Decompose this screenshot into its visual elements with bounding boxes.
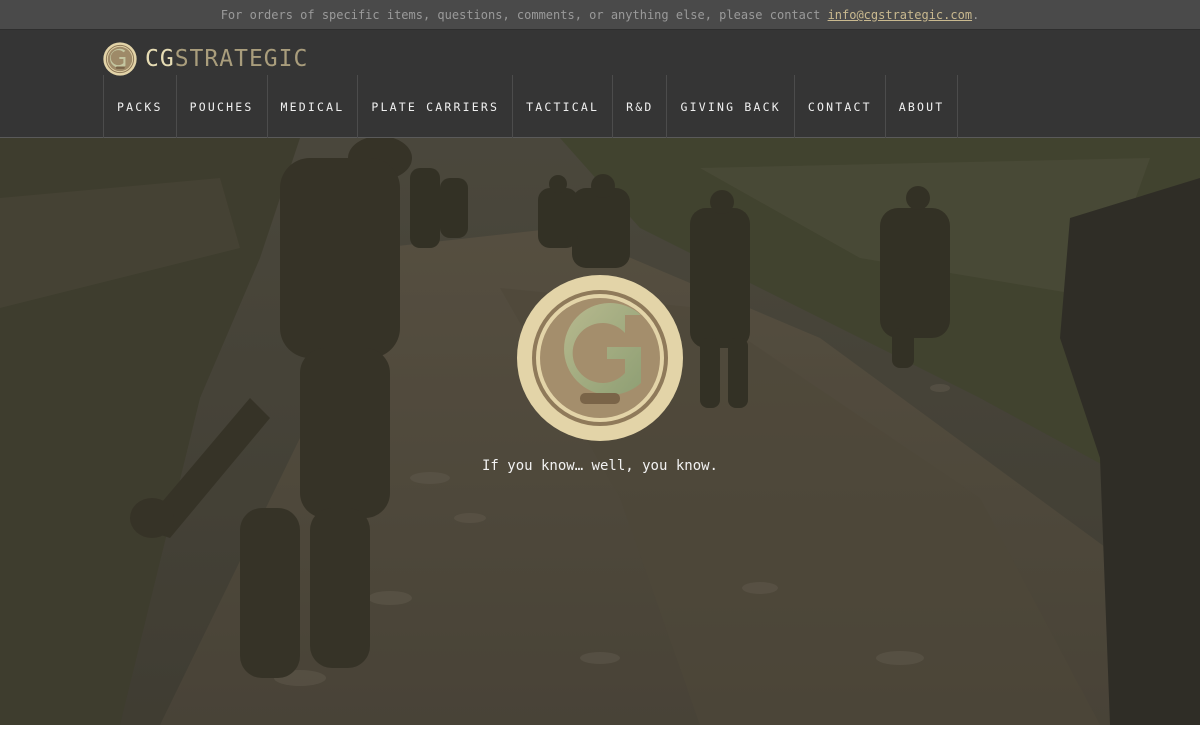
cg-emblem-icon [103, 42, 137, 76]
brand-wordmark: CGSTRATEGIC [145, 42, 308, 76]
brand-name-cg: CG [145, 46, 175, 72]
nav-item-contact[interactable]: CONTACT [793, 75, 885, 138]
announcement-bar: For orders of specific items, questions,… [0, 0, 1200, 30]
cg-emblem-icon [517, 275, 683, 441]
announcement-suffix: . [972, 8, 980, 22]
nav-item-giving-back[interactable]: GIVING BACK [666, 75, 793, 138]
nav-item-plate-carriers[interactable]: PLATE CARRIERS [357, 75, 512, 138]
contact-email-link[interactable]: info@cgstrategic.com [828, 8, 973, 22]
site-header: CGSTRATEGIC PACKS POUCHES MEDICAL PLATE … [0, 30, 1200, 138]
nav-item-rd[interactable]: R&D [612, 75, 666, 138]
brand-name-strategic: STRATEGIC [174, 46, 309, 72]
nav-item-tactical[interactable]: TACTICAL [512, 75, 612, 138]
nav-item-medical[interactable]: MEDICAL [266, 75, 358, 138]
hero-section: If you know… well, you know. [0, 138, 1200, 725]
hero-tagline: If you know… well, you know. [481, 458, 718, 474]
page-bottom-strip [0, 725, 1200, 750]
main-nav: PACKS POUCHES MEDICAL PLATE CARRIERS TAC… [103, 75, 959, 138]
nav-item-about[interactable]: ABOUT [884, 75, 959, 138]
announcement-text: For orders of specific items, questions,… [220, 8, 828, 22]
brand-home-link[interactable]: CGSTRATEGIC [103, 41, 308, 77]
nav-item-packs[interactable]: PACKS [103, 75, 176, 138]
nav-item-pouches[interactable]: POUCHES [175, 75, 267, 138]
